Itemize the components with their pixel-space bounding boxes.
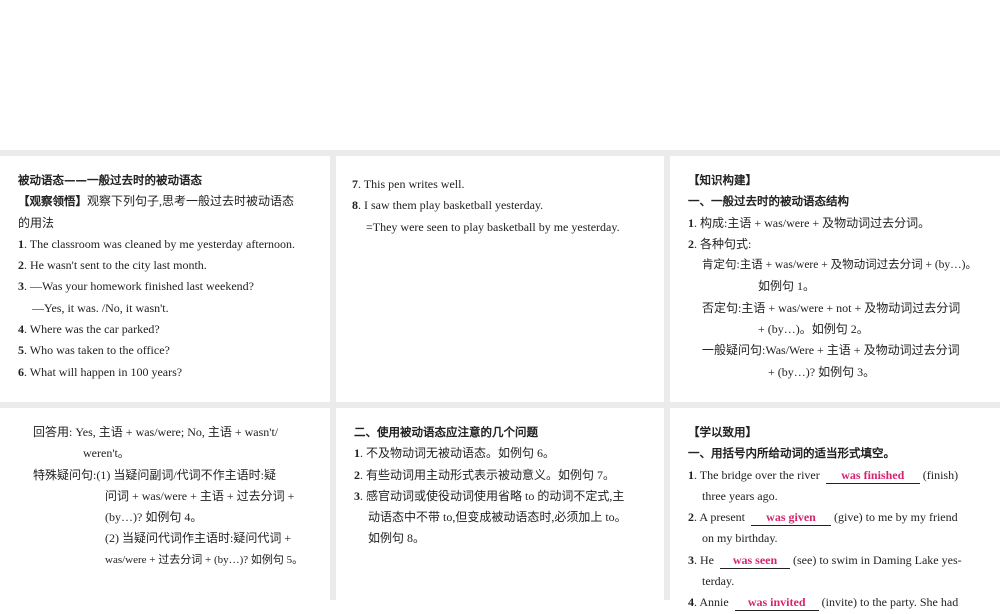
wh-question-rule-1: 特殊疑问句:(1) 当疑问副词/代词不作主语时:疑 xyxy=(33,467,276,482)
affirmative-example: 如例句 1。 xyxy=(758,279,816,294)
question-3: 3. He was seen (see) to swim in Daming La… xyxy=(688,552,962,569)
note-3-cont: 动语态中不带 to,但变成被动语态时,必须加上 to。 xyxy=(368,510,627,525)
panel-knowledge: 【知识构建】 一、一般过去时的被动语态结构 1. 构成:主语 + was/wer… xyxy=(670,156,1000,402)
blank-header-area xyxy=(0,0,1000,150)
answer-rule-cont: weren't。 xyxy=(83,446,130,461)
panel-questions: 回答用: Yes, 主语 + was/were; No, 主语 + wasn't… xyxy=(0,408,330,600)
example-5: 5. Who was taken to the office? xyxy=(18,343,170,358)
answer-blank[interactable]: was seen xyxy=(720,553,790,569)
panel-examples-cont: 7. This pen writes well. 8. I saw them p… xyxy=(336,156,664,402)
panel-practice: 【学以致用】 一、用括号内所给动词的适当形式填空。 1. The bridge … xyxy=(670,408,1000,612)
answer-blank[interactable]: was given xyxy=(751,510,831,527)
wh-question-rule-2: (2) 当疑问代词作主语时:疑问代词 + xyxy=(105,531,292,546)
note-3-example: 如例句 8。 xyxy=(368,531,426,546)
note-2: 2. 有些动词用主动形式表示被动意义。如例句 7。 xyxy=(354,467,616,482)
question-4: 4. Annie was invited (invite) to the part… xyxy=(688,595,959,612)
question-rule: 一般疑问句:Was/Were + 主语 + 及物动词过去分词 xyxy=(702,343,960,358)
wh-question-rule-1c: (by…)? 如例句 4。 xyxy=(105,510,203,525)
rule-1: 1. 构成:主语 + was/were + 及物动词过去分词。 xyxy=(688,215,931,230)
answer-rule: 回答用: Yes, 主语 + was/were; No, 主语 + wasn't… xyxy=(33,425,279,439)
negative-example: + (by…)。如例句 2。 xyxy=(758,322,869,337)
example-6: 6. What will happen in 100 years? xyxy=(18,364,183,379)
tag-observe: 【观察领悟】 xyxy=(18,194,87,209)
negative-rule: 否定句:主语 + was/were + not + 及物动词过去分词 xyxy=(702,300,961,315)
note-3: 3. 感官动词或使役动词使用省略 to 的动词不定式,主 xyxy=(354,488,625,503)
rule-2: 2. 各种句式: xyxy=(688,236,752,251)
affirmative-rule: 肯定句:主语 + was/were + 及物动词过去分词 + (by…)。 xyxy=(702,259,977,272)
section-heading: 一、用括号内所给动词的适当形式填空。 xyxy=(688,446,895,461)
wh-question-rule-1b: 问词 + was/were + 主语 + 过去分词 + xyxy=(105,488,295,503)
section-title: 被动语态——一般过去时的被动语态 xyxy=(18,173,202,187)
example-8: 8. I saw them play basketball yesterday. xyxy=(352,198,544,213)
example-4: 4. Where was the car parked? xyxy=(18,322,160,337)
example-3: 3. —Was your homework finished last week… xyxy=(18,279,254,294)
question-1-cont: three years ago. xyxy=(702,488,778,503)
tag-practice: 【学以致用】 xyxy=(688,425,757,439)
example-1: 1. The classroom was cleaned by me yeste… xyxy=(18,236,296,251)
question-2: 2. A present was given (give) to me by my… xyxy=(688,510,958,527)
question-example: + (by…)? 如例句 3。 xyxy=(768,364,876,379)
example-8-passive: =They were seen to play basketball by me… xyxy=(366,219,620,234)
wh-question-rule-2b: was/were + 过去分词 + (by…)? 如例句 5。 xyxy=(105,553,304,566)
tag-knowledge: 【知识构建】 xyxy=(688,173,757,187)
question-3-cont: terday. xyxy=(702,574,735,589)
panel-observe: 被动语态——一般过去时的被动语态 【观察领悟】观察下列句子,思考一般过去时被动语… xyxy=(0,156,330,402)
intro-text: 观察下列句子,思考一般过去时被动语态 xyxy=(87,194,295,209)
example-2: 2. He wasn't sent to the city last month… xyxy=(18,258,207,273)
answer-blank[interactable]: was finished xyxy=(825,468,920,484)
example-3-answer: —Yes, it was. /No, it wasn't. xyxy=(32,300,169,315)
question-1: 1. The bridge over the river was finishe… xyxy=(688,467,959,484)
section-heading: 二、使用被动语态应注意的几个问题 xyxy=(354,425,538,439)
question-2-cont: on my birthday. xyxy=(702,531,778,546)
section-heading: 一、一般过去时的被动语态结构 xyxy=(688,194,849,209)
answer-blank[interactable]: was invited xyxy=(734,595,819,612)
page-grid: 被动语态——一般过去时的被动语态 【观察领悟】观察下列句子,思考一般过去时被动语… xyxy=(0,150,1000,612)
intro-text-2: 的用法 xyxy=(18,215,55,230)
example-7: 7. This pen writes well. xyxy=(352,177,465,191)
note-1: 1. 不及物动词无被动语态。如例句 6。 xyxy=(354,446,556,461)
panel-notes: 二、使用被动语态应注意的几个问题 1. 不及物动词无被动语态。如例句 6。 2.… xyxy=(336,408,664,600)
